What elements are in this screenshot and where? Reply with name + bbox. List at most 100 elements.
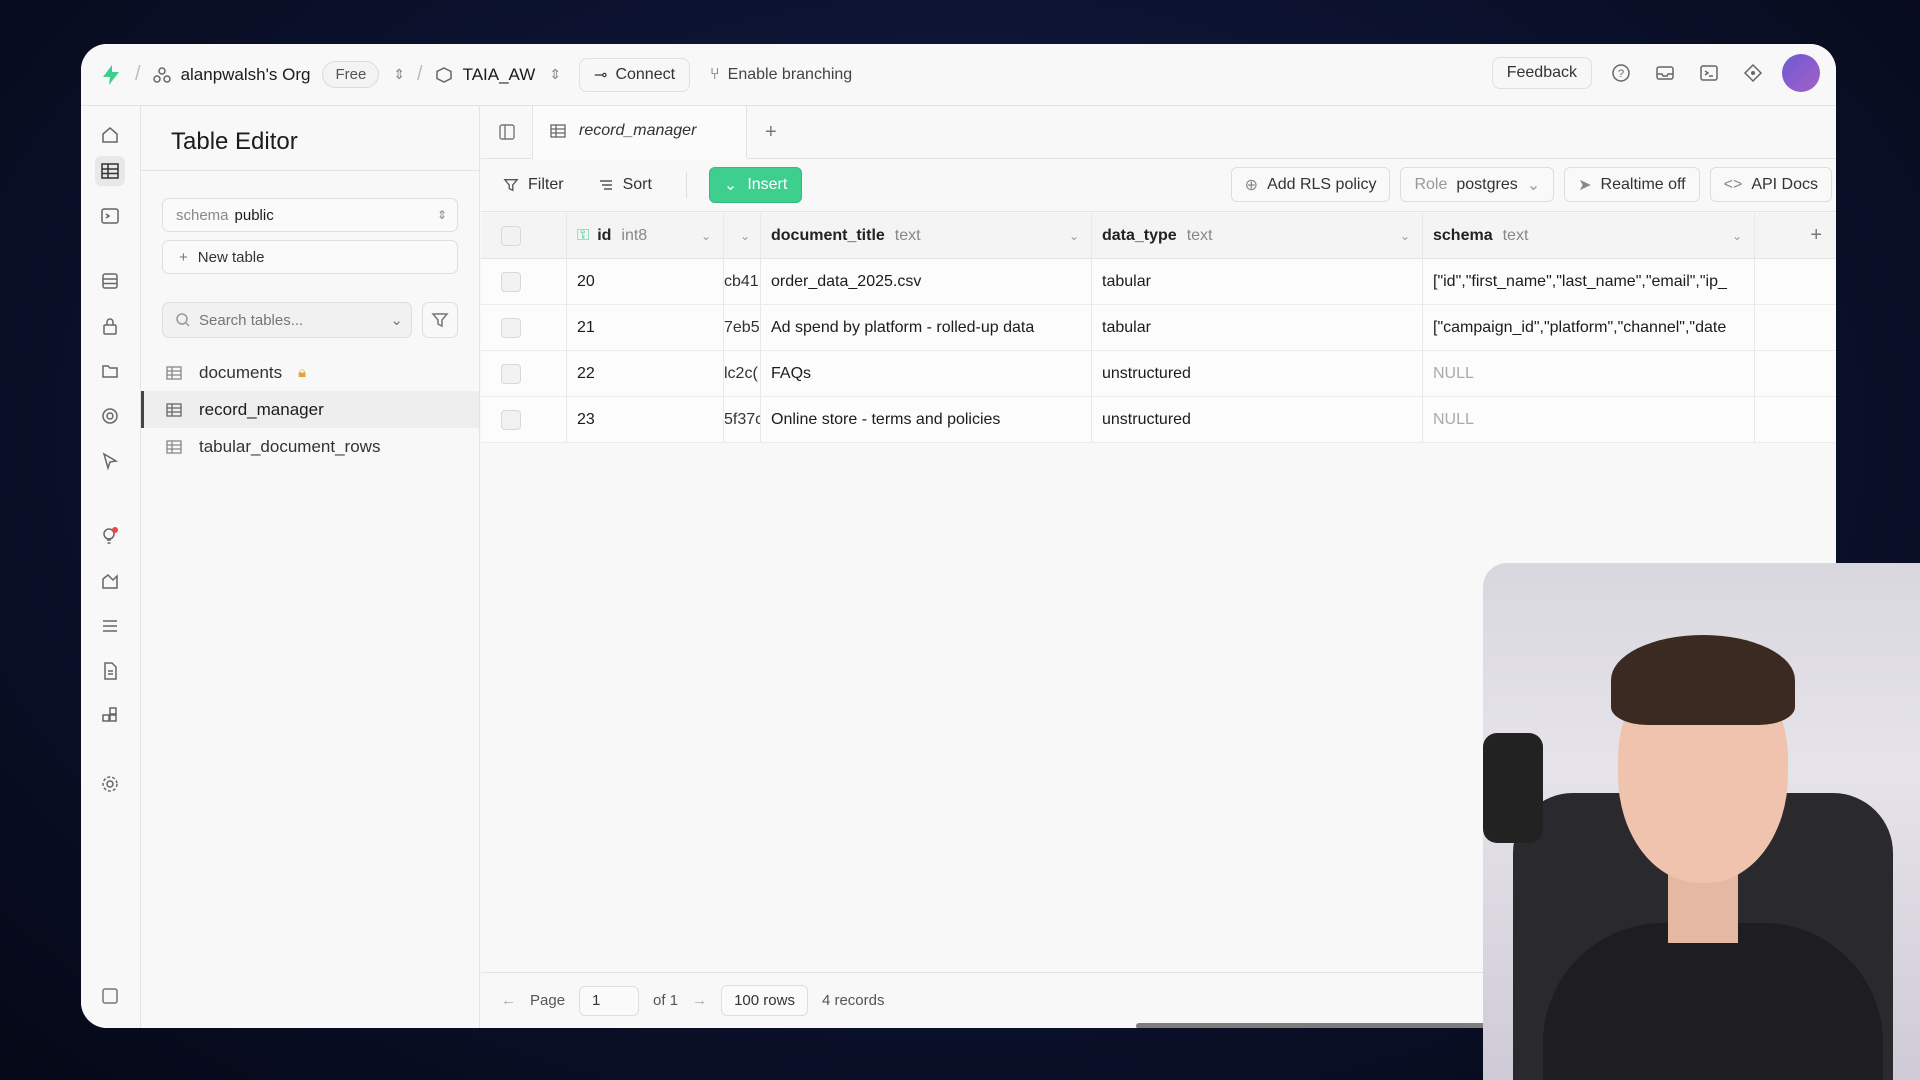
table-row[interactable]: 22 lc2c( FAQs unstructured NULL (481, 351, 1836, 397)
table-item-record-manager[interactable]: record_manager (141, 391, 479, 428)
cell-data-type[interactable]: unstructured (1092, 397, 1423, 442)
table-item-tabular-document-rows[interactable]: tabular_document_rows (141, 428, 479, 465)
org-switcher-icon[interactable]: ⇕ (393, 66, 405, 83)
cell-collapsed[interactable]: lc2c( (724, 351, 761, 396)
cell-collapsed[interactable]: cb41 (724, 259, 761, 304)
storage-icon[interactable] (95, 356, 125, 386)
org-name[interactable]: alanpwalsh's Org (181, 65, 311, 85)
row-checkbox[interactable] (481, 259, 567, 304)
insert-button[interactable]: ⌄ Insert (708, 167, 803, 203)
connect-button[interactable]: ⊸ Connect (579, 57, 691, 92)
api-docs-button[interactable]: <> API Docs (1709, 167, 1832, 202)
edge-functions-icon[interactable] (95, 401, 125, 431)
auth-lock-icon[interactable] (95, 311, 125, 341)
feedback-button[interactable]: Feedback (1491, 57, 1592, 89)
api-docs-file-icon[interactable] (95, 656, 125, 686)
row-checkbox[interactable] (481, 305, 567, 350)
cell-data-type[interactable]: tabular (1092, 305, 1423, 350)
cell-data-type[interactable]: unstructured (1092, 351, 1423, 396)
table-item-documents[interactable]: documents 🔒︎ (141, 354, 479, 391)
row-checkbox[interactable] (481, 397, 567, 442)
cell-collapsed[interactable]: 7eb5 (724, 305, 761, 350)
column-type: text (1502, 226, 1529, 244)
new-tab-plus-icon[interactable]: + (765, 121, 777, 144)
collapse-sidebar-icon[interactable] (95, 981, 125, 1011)
help-icon[interactable]: ? (1606, 58, 1636, 88)
rows-per-page-selector[interactable]: 100 rows (721, 985, 808, 1016)
cell-data-type[interactable]: tabular (1092, 259, 1423, 304)
supabase-logo-icon[interactable] (99, 63, 123, 87)
chevron-down-icon[interactable]: ⌄ (1069, 229, 1079, 243)
prev-page-arrow-icon[interactable]: ← (501, 992, 516, 1009)
cell-id[interactable]: 20 (567, 259, 724, 304)
sql-editor-icon[interactable] (95, 201, 125, 231)
column-header-schema[interactable]: schema text ⌄ (1423, 213, 1755, 258)
cell-schema[interactable]: NULL (1423, 397, 1755, 442)
org-icon (152, 66, 171, 83)
table-row[interactable]: 23 5f37c Online store - terms and polici… (481, 397, 1836, 443)
home-icon[interactable] (95, 120, 125, 150)
add-rls-policy-button[interactable]: ⊕ Add RLS policy (1230, 167, 1391, 202)
cell-document-title[interactable]: order_data_2025.csv (761, 259, 1092, 304)
sort-button[interactable]: Sort (598, 176, 652, 194)
cell-schema[interactable]: NULL (1423, 351, 1755, 396)
new-table-button[interactable]: + New table (162, 240, 458, 274)
next-page-arrow-icon[interactable]: → (692, 992, 707, 1009)
add-column-plus-icon[interactable]: + (1755, 213, 1836, 258)
column-header-document-title[interactable]: document_title text ⌄ (761, 213, 1092, 258)
cell-id[interactable]: 21 (567, 305, 724, 350)
filter-label: Filter (528, 176, 564, 193)
chevron-down-icon[interactable]: ⌄ (1732, 229, 1742, 243)
toggle-panel-icon[interactable] (481, 105, 533, 159)
tab-record-manager[interactable]: record_manager (533, 105, 747, 159)
role-selector[interactable]: Role postgres ⌄ (1400, 167, 1555, 202)
database-icon[interactable] (95, 266, 125, 296)
realtime-cursor-icon[interactable] (95, 446, 125, 476)
plug-icon: ⊸ (594, 66, 608, 84)
filter-tables-button[interactable] (422, 302, 458, 338)
chevron-down-icon: ⌄ (723, 177, 738, 194)
cell-id[interactable]: 23 (567, 397, 724, 442)
table-row[interactable]: 21 7eb5 Ad spend by platform - rolled-up… (481, 305, 1836, 351)
integrations-icon[interactable] (95, 701, 125, 731)
search-input[interactable] (199, 311, 369, 329)
user-avatar[interactable] (1782, 54, 1820, 92)
select-all-checkbox[interactable] (481, 213, 567, 258)
cell-document-title[interactable]: FAQs (761, 351, 1092, 396)
cell-schema[interactable]: ["id","first_name","last_name","email","… (1423, 259, 1755, 304)
table-editor-icon[interactable] (95, 156, 125, 186)
cell-collapsed[interactable]: 5f37c (724, 397, 761, 442)
page-input[interactable]: 1 (579, 985, 640, 1016)
project-switcher-icon[interactable]: ⇕ (549, 66, 561, 83)
cell-document-title[interactable]: Ad spend by platform - rolled-up data (761, 305, 1092, 350)
row-checkbox[interactable] (481, 351, 567, 396)
advisors-bulb-icon[interactable] (95, 521, 125, 551)
filter-button[interactable]: Filter (503, 176, 564, 194)
cell-document-title[interactable]: Online store - terms and policies (761, 397, 1092, 442)
column-header-id[interactable]: ⚿ id int8 ⌄ (567, 213, 724, 258)
cell-id[interactable]: 22 (567, 351, 724, 396)
inbox-icon[interactable] (1650, 58, 1680, 88)
reports-icon[interactable] (95, 566, 125, 596)
branching-label: Enable branching (727, 65, 853, 83)
filter-icon (431, 313, 449, 328)
chevron-down-icon[interactable]: ⌄ (740, 229, 750, 243)
chevron-down-icon[interactable]: ⌄ (701, 229, 711, 243)
sort-label: Sort (622, 176, 652, 193)
cell-schema[interactable]: ["campaign_id","platform","channel","dat… (1423, 305, 1755, 350)
chevron-down-icon[interactable]: ⌄ (1400, 229, 1410, 243)
realtime-toggle-button[interactable]: ➤ Realtime off (1564, 167, 1700, 202)
assistant-icon[interactable] (1738, 58, 1768, 88)
column-header-collapsed[interactable]: ⌄ (724, 213, 761, 258)
schema-selector[interactable]: schema public ⇕ (162, 198, 458, 232)
terminal-icon[interactable] (1694, 58, 1724, 88)
chevron-double-down-icon[interactable]: ⌄ (390, 311, 403, 329)
column-header-data-type[interactable]: data_type text ⌄ (1092, 213, 1423, 258)
settings-gear-icon[interactable] (95, 769, 125, 799)
project-name[interactable]: TAIA_AW (463, 65, 536, 85)
logs-list-icon[interactable] (95, 611, 125, 641)
table-icon (166, 402, 182, 417)
table-row[interactable]: 20 cb41 order_data_2025.csv tabular ["id… (481, 259, 1836, 305)
grid-toolbar: Filter Sort ⌄ Insert ⊕ Add RLS policy Ro… (481, 159, 1836, 212)
enable-branching-button[interactable]: ⑂ Enable branching (710, 66, 852, 84)
